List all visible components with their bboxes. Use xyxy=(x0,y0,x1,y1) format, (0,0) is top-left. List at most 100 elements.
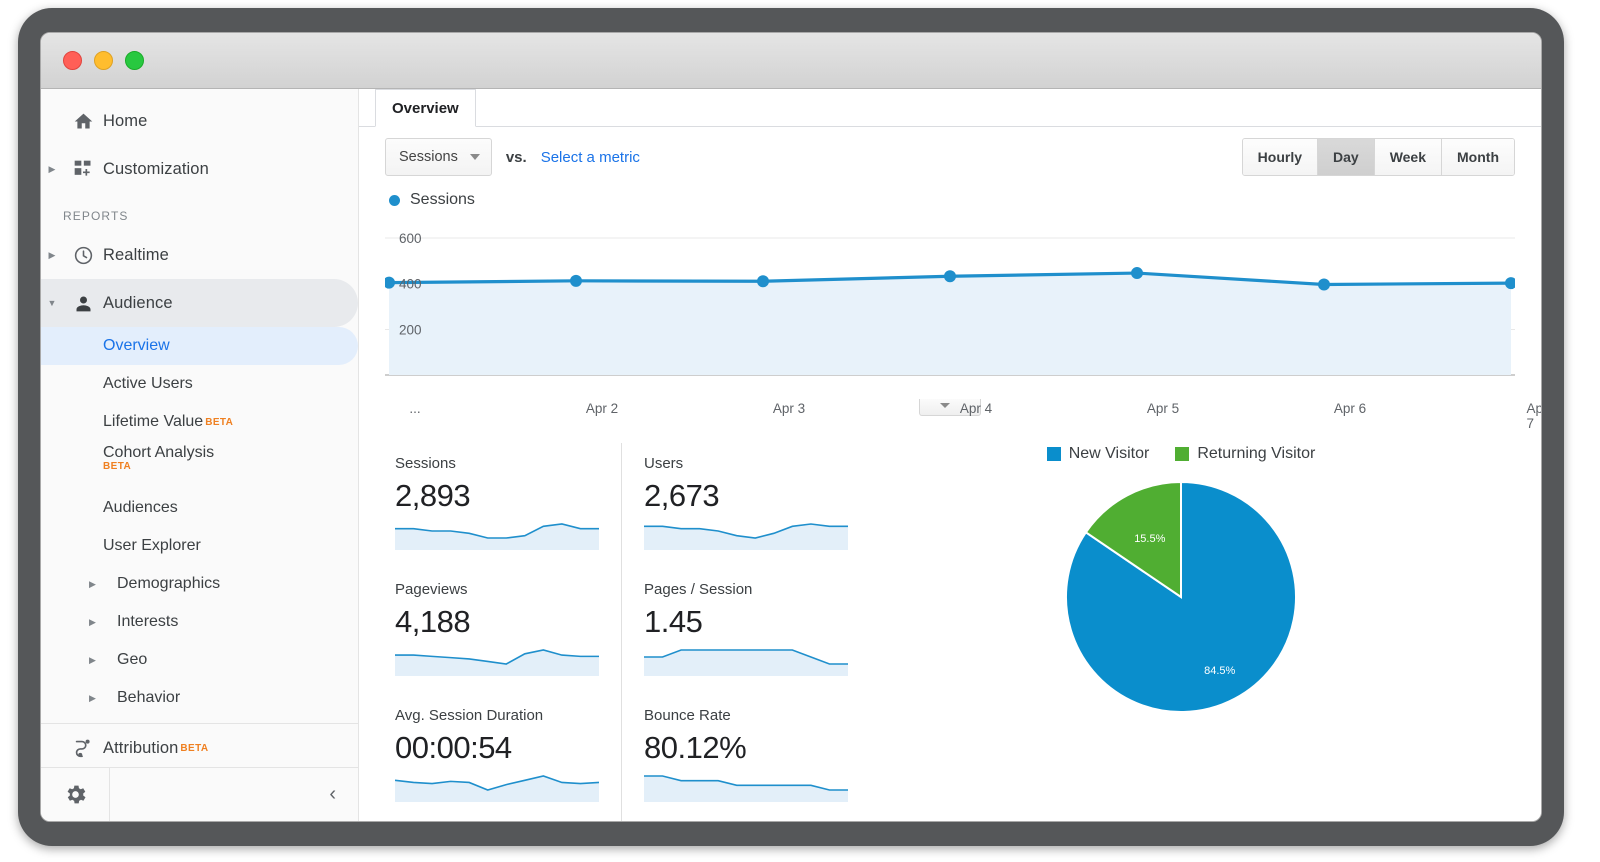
screenshot-root: Home ▶ xyxy=(0,0,1600,862)
metric-value: 2,893 xyxy=(395,476,599,516)
granularity-hourly[interactable]: Hourly xyxy=(1243,139,1318,175)
sidebar-item-active-users[interactable]: Active Users xyxy=(41,365,358,403)
metric-card-bounce-rate[interactable]: Bounce Rate 80.12% xyxy=(621,695,870,821)
metric-value: 4,188 xyxy=(395,602,599,642)
pie-legend-item-new-visitor[interactable]: New Visitor xyxy=(1047,445,1150,463)
pie-chart-section: New Visitor Returning Visitor 84.5%15.5% xyxy=(847,443,1515,821)
clock-icon xyxy=(63,245,103,266)
sidebar-scroll: Home ▶ xyxy=(41,89,358,767)
metric-label: Sessions xyxy=(395,455,599,472)
person-icon xyxy=(63,293,103,314)
sidebar-item-geo[interactable]: ▶ Geo xyxy=(41,641,358,679)
sidebar: Home ▶ xyxy=(41,89,359,821)
metric-label: Pageviews xyxy=(395,581,599,598)
sidebar-subitem-label: Behavior xyxy=(117,689,180,707)
home-icon xyxy=(63,111,103,132)
granularity-week[interactable]: Week xyxy=(1375,139,1442,175)
app-body: Home ▶ xyxy=(41,89,1541,821)
sparkline xyxy=(644,772,848,802)
series-legend: Sessions xyxy=(389,191,1515,209)
line-chart-section: Sessions 200400600 ... Apr 2 xyxy=(359,187,1541,425)
tab-bar: Overview xyxy=(359,89,1541,127)
chevron-right-icon: ▶ xyxy=(41,164,63,175)
lower-section: Sessions 2,893 Users 2,673 Pageviews xyxy=(359,425,1541,821)
beta-badge: BETA xyxy=(205,417,233,428)
minimize-button[interactable] xyxy=(94,51,113,70)
chevron-down-icon xyxy=(940,403,950,408)
sidebar-subitem-label: Geo xyxy=(117,651,147,669)
vs-label: vs. xyxy=(506,149,527,166)
tab-overview[interactable]: Overview xyxy=(375,89,476,127)
chevron-right-icon: ▶ xyxy=(89,617,96,628)
sidebar-item-audiences[interactable]: Audiences xyxy=(41,489,358,527)
customization-icon xyxy=(63,159,103,179)
sidebar-subitem-label: Interests xyxy=(117,613,178,631)
sidebar-item-attribution[interactable]: AttributionBETA xyxy=(41,724,358,767)
sidebar-item-label: Attribution xyxy=(103,739,178,758)
pie-legend-item-returning-visitor[interactable]: Returning Visitor xyxy=(1175,445,1315,463)
sparkline xyxy=(395,772,599,802)
sidebar-item-audience[interactable]: ▼ Audience xyxy=(41,279,358,327)
sidebar-item-home[interactable]: Home xyxy=(41,97,358,145)
sidebar-subitem-label: Active Users xyxy=(103,375,193,393)
metric-card-pageviews[interactable]: Pageviews 4,188 xyxy=(385,569,621,695)
x-tick-label: Apr 5 xyxy=(1147,401,1179,416)
series-color-dot xyxy=(389,195,400,206)
x-tick-label: Apr 3 xyxy=(773,401,805,416)
legend-label: New Visitor xyxy=(1069,445,1150,463)
legend-swatch xyxy=(1175,447,1189,461)
sidebar-subitem-label: Audiences xyxy=(103,499,178,517)
sidebar-subitem-label: Demographics xyxy=(117,575,220,593)
metric-selector[interactable]: Sessions xyxy=(385,138,492,176)
sidebar-item-lifetime-value[interactable]: Lifetime ValueBETA xyxy=(41,403,358,441)
chevron-right-icon: ▶ xyxy=(89,579,96,590)
collapse-sidebar-button[interactable]: ‹ xyxy=(110,783,358,806)
sparkline xyxy=(395,646,599,676)
sidebar-section-reports: REPORTS xyxy=(41,193,358,231)
metric-card-pages-per-session[interactable]: Pages / Session 1.45 xyxy=(621,569,870,695)
sidebar-item-cohort-analysis[interactable]: Cohort Analysis BETA xyxy=(41,441,358,489)
granularity-day[interactable]: Day xyxy=(1318,139,1375,175)
beta-badge: BETA xyxy=(180,743,208,754)
sidebar-item-overview[interactable]: Overview xyxy=(41,327,358,365)
metric-card-sessions[interactable]: Sessions 2,893 xyxy=(385,443,621,569)
metric-card-avg-session-duration[interactable]: Avg. Session Duration 00:00:54 xyxy=(385,695,621,821)
granularity-month[interactable]: Month xyxy=(1442,139,1514,175)
settings-button[interactable] xyxy=(41,782,109,807)
beta-badge: BETA xyxy=(103,462,131,472)
metric-value: 2,673 xyxy=(644,476,848,516)
sidebar-subitem-label: User Explorer xyxy=(103,537,201,555)
main-content: Overview Sessions vs. Select a metric Ho… xyxy=(359,89,1541,821)
close-button[interactable] xyxy=(63,51,82,70)
sidebar-item-demographics[interactable]: ▶ Demographics xyxy=(41,565,358,603)
sidebar-item-realtime[interactable]: ▶ Realtime xyxy=(41,231,358,279)
chevron-down-icon: ▼ xyxy=(41,298,63,308)
sidebar-item-label: Customization xyxy=(103,160,209,179)
series-label: Sessions xyxy=(410,191,475,209)
legend-label: Returning Visitor xyxy=(1197,445,1315,463)
device-bezel: Home ▶ xyxy=(18,8,1564,846)
metric-selector-label: Sessions xyxy=(399,149,458,165)
select-metric-link[interactable]: Select a metric xyxy=(541,149,640,166)
sidebar-item-customization[interactable]: ▶ Customization xyxy=(41,145,358,193)
gear-icon xyxy=(63,782,88,807)
x-tick-label: ... xyxy=(409,401,420,416)
chevron-right-icon: ▶ xyxy=(89,655,96,666)
sparkline xyxy=(395,520,599,550)
zoom-button[interactable] xyxy=(125,51,144,70)
chevron-left-icon: ‹ xyxy=(329,783,336,806)
sidebar-item-user-explorer[interactable]: User Explorer xyxy=(41,527,358,565)
metric-card-users[interactable]: Users 2,673 xyxy=(621,443,870,569)
chart-toolbar: Sessions vs. Select a metric Hourly Day … xyxy=(359,127,1541,187)
pie-legend: New Visitor Returning Visitor xyxy=(1047,445,1316,463)
sidebar-item-interests[interactable]: ▶ Interests xyxy=(41,603,358,641)
pie-chart[interactable]: 84.5%15.5% xyxy=(1061,477,1301,717)
sidebar-item-behavior[interactable]: ▶ Behavior xyxy=(41,679,358,717)
sparkline xyxy=(644,520,848,550)
line-chart[interactable]: 200400600 xyxy=(385,215,1515,397)
chevron-down-icon xyxy=(470,154,480,160)
x-axis: ... Apr 2 Apr 3 Apr 4 Apr 5 Apr 6 Apr 7 xyxy=(385,397,1515,425)
metric-label: Users xyxy=(644,455,848,472)
metric-value: 1.45 xyxy=(644,602,848,642)
metric-value: 00:00:54 xyxy=(395,728,599,768)
